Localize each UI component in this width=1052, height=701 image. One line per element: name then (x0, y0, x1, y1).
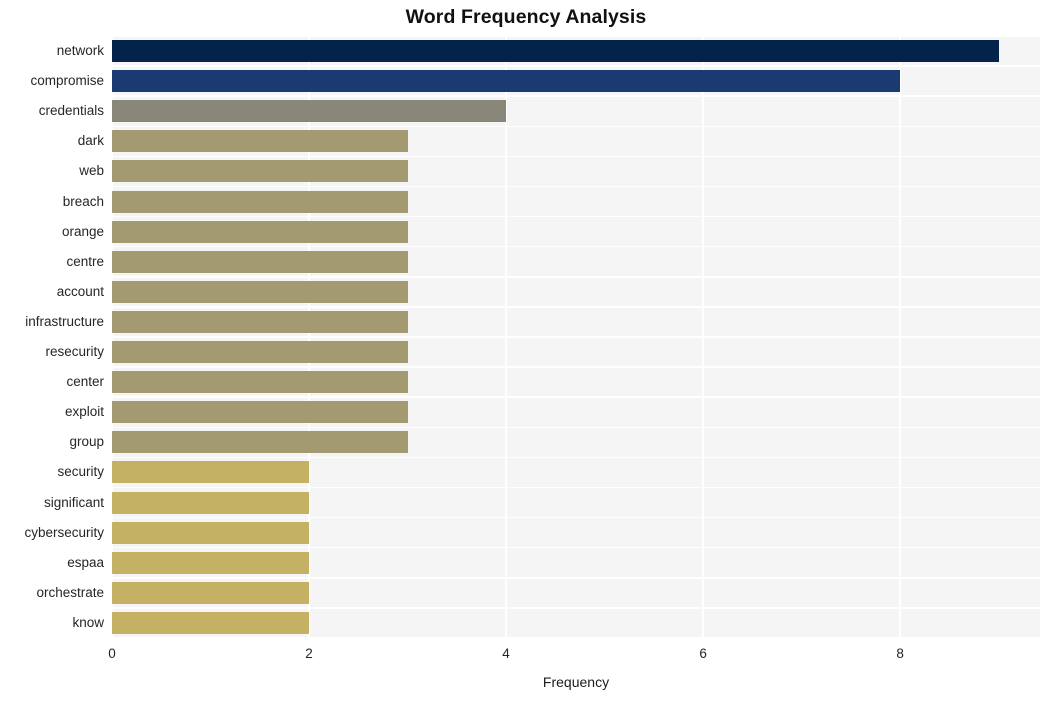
gridline-horizontal (112, 65, 1040, 67)
bar (112, 581, 310, 604)
y-axis-tick-label: dark (77, 133, 104, 149)
gridline-horizontal (112, 95, 1040, 97)
gridline-horizontal (112, 336, 1040, 338)
x-axis-tick-label: 6 (699, 646, 707, 661)
bar (112, 220, 408, 243)
bar (112, 310, 408, 333)
y-axis-tick-label: significant (43, 494, 104, 510)
bar (112, 190, 408, 213)
y-axis-tick-label: infrastructure (25, 313, 104, 329)
bar (112, 280, 408, 303)
bar (112, 611, 310, 634)
y-axis-tick-label: group (69, 434, 104, 450)
bar (112, 431, 408, 454)
gridline-horizontal (112, 546, 1040, 549)
gridline-horizontal (112, 245, 1040, 248)
y-axis-tick-label: credentials (38, 103, 104, 119)
gridline-horizontal (112, 155, 1040, 158)
y-axis-tick-label: centre (66, 253, 104, 269)
gridline-horizontal (112, 577, 1040, 579)
gridline-horizontal (112, 426, 1040, 429)
x-axis-tick-label: 0 (108, 646, 116, 661)
y-axis-tick-label: orchestrate (36, 584, 104, 600)
gridline-horizontal (112, 456, 1040, 459)
bar (112, 100, 507, 123)
plot-area (112, 36, 1040, 638)
gridline-horizontal (112, 607, 1040, 609)
bar (112, 250, 408, 273)
chart-figure: Word Frequency Analysis network compromis… (0, 0, 1052, 701)
chart-title: Word Frequency Analysis (405, 6, 647, 28)
y-axis-tick-label: know (72, 614, 104, 630)
y-axis-tick-label: breach (62, 193, 104, 209)
x-axis-tick-label: 8 (896, 646, 904, 661)
bar (112, 160, 408, 183)
gridline-horizontal (112, 486, 1040, 489)
x-axis-tick-labels: 0 2 4 6 8 (108, 646, 1040, 666)
y-axis-tick-label: orange (61, 223, 104, 239)
gridline-horizontal (112, 36, 1040, 37)
y-axis-tick-label: resecurity (45, 344, 104, 360)
gridline-horizontal (112, 215, 1040, 218)
y-axis-tick-labels: network compromise credentials dark web breac… (0, 36, 104, 638)
y-axis-tick-label: center (66, 374, 104, 390)
y-axis-tick-label: compromise (30, 73, 104, 89)
bar (112, 371, 408, 394)
y-axis-tick-label: cybersecurity (24, 524, 104, 540)
bar (112, 461, 310, 484)
gridline-horizontal (112, 276, 1040, 278)
gridline-horizontal (112, 637, 1040, 638)
gridline-horizontal (112, 516, 1040, 519)
y-axis-tick-label: account (56, 283, 104, 299)
gridline-horizontal (112, 306, 1040, 308)
y-axis-tick-label: exploit (64, 404, 104, 420)
x-axis-tick-label: 2 (305, 646, 313, 661)
gridline-horizontal (112, 185, 1040, 188)
bar (112, 551, 310, 574)
y-axis-tick-label: security (57, 464, 104, 480)
bar (112, 130, 408, 153)
bar (112, 341, 408, 364)
y-axis-tick-label: network (56, 43, 104, 59)
bar (112, 40, 999, 63)
bar (112, 491, 310, 514)
y-axis-tick-label: web (79, 163, 104, 179)
bar (112, 521, 310, 544)
gridline-horizontal (112, 125, 1040, 128)
x-axis-tick-label: 4 (502, 646, 510, 661)
gridline-horizontal (112, 366, 1040, 368)
x-axis-label: Frequency (542, 674, 610, 690)
gridline-horizontal (112, 396, 1040, 398)
bar (112, 70, 901, 93)
bar (112, 401, 408, 424)
y-axis-tick-label: espaa (67, 554, 104, 570)
